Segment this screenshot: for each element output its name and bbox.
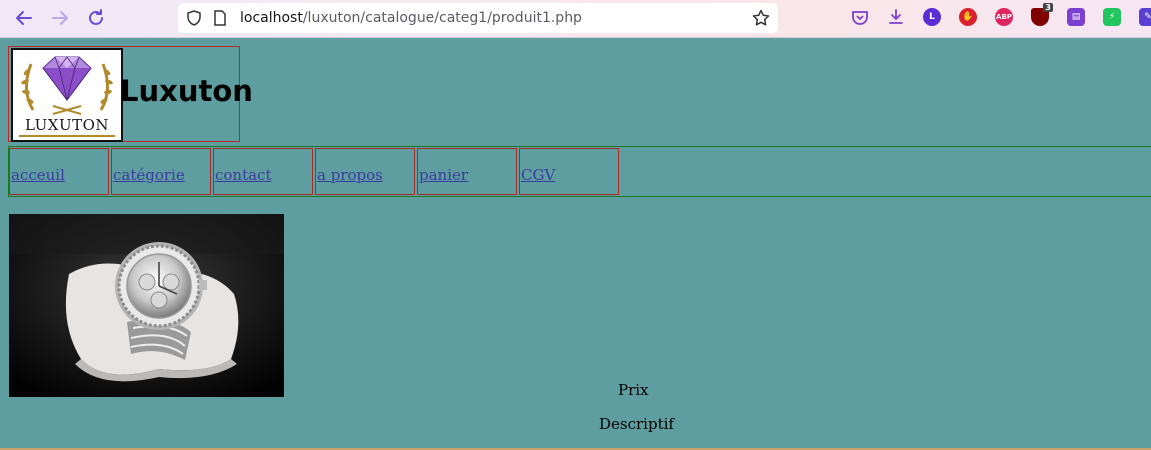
- url-host: localhost: [240, 10, 303, 26]
- logo-text: LUXUTON: [24, 116, 110, 134]
- forward-arrow-icon[interactable]: [49, 7, 71, 29]
- reader-icon[interactable]: ▤: [1067, 8, 1085, 26]
- ublock-badge: 3: [1043, 3, 1053, 12]
- edit-extension-icon[interactable]: ✎: [1139, 8, 1151, 26]
- url-path: /luxuton/catalogue/categ1/produit1.php: [302, 10, 582, 26]
- nav-item-a-propos: a propos: [315, 148, 415, 195]
- stop-hand-icon[interactable]: ✋: [959, 8, 977, 26]
- product-description: Descriptif: [599, 415, 674, 433]
- extension-l-icon[interactable]: L: [923, 8, 941, 26]
- pocket-icon[interactable]: [851, 8, 869, 26]
- nav-item-cgv: CGV: [519, 148, 619, 195]
- product-price: Prix: [618, 381, 649, 399]
- back-arrow-icon[interactable]: [13, 7, 35, 29]
- browser-toolbar: localhost/luxuton/catalogue/categ1/produ…: [0, 0, 1151, 38]
- site-title: Luxuton: [120, 74, 253, 108]
- bolt-extension-icon[interactable]: ⚡: [1103, 8, 1121, 26]
- nav-item-contact: contact: [213, 148, 313, 195]
- url-text[interactable]: localhost/luxuton/catalogue/categ1/produ…: [240, 10, 582, 26]
- nav-link-categorie[interactable]: catégorie: [113, 166, 185, 184]
- main-nav: acceuil catégorie contact a propos panie…: [8, 146, 1151, 197]
- nav-link-panier[interactable]: panier: [419, 166, 468, 184]
- shield-icon[interactable]: [186, 10, 202, 30]
- download-icon[interactable]: [887, 8, 905, 26]
- nav-link-cgv[interactable]: CGV: [521, 166, 555, 184]
- bookmark-star-icon[interactable]: [752, 9, 770, 31]
- nav-link-contact[interactable]: contact: [215, 166, 272, 184]
- ublock-icon[interactable]: 3: [1031, 3, 1053, 26]
- nav-link-a-propos[interactable]: a propos: [317, 166, 383, 184]
- page-info-icon[interactable]: [213, 10, 227, 30]
- address-bar[interactable]: localhost/luxuton/catalogue/categ1/produ…: [178, 3, 778, 33]
- diamond-logo-icon: [21, 56, 113, 115]
- nav-item-panier: panier: [417, 148, 517, 195]
- product-image: [9, 214, 284, 397]
- nav-item-acceuil: acceuil: [9, 148, 109, 195]
- nav-link-acceuil[interactable]: acceuil: [11, 166, 65, 184]
- nav-item-categorie: catégorie: [111, 148, 211, 195]
- site-header: LUXUTON Luxuton: [8, 46, 253, 142]
- watch-photo-icon: [9, 214, 284, 397]
- logo-underline: [19, 135, 115, 137]
- site-logo[interactable]: LUXUTON: [11, 48, 123, 142]
- reload-icon[interactable]: [85, 7, 107, 29]
- adblock-plus-icon[interactable]: ABP: [995, 8, 1013, 26]
